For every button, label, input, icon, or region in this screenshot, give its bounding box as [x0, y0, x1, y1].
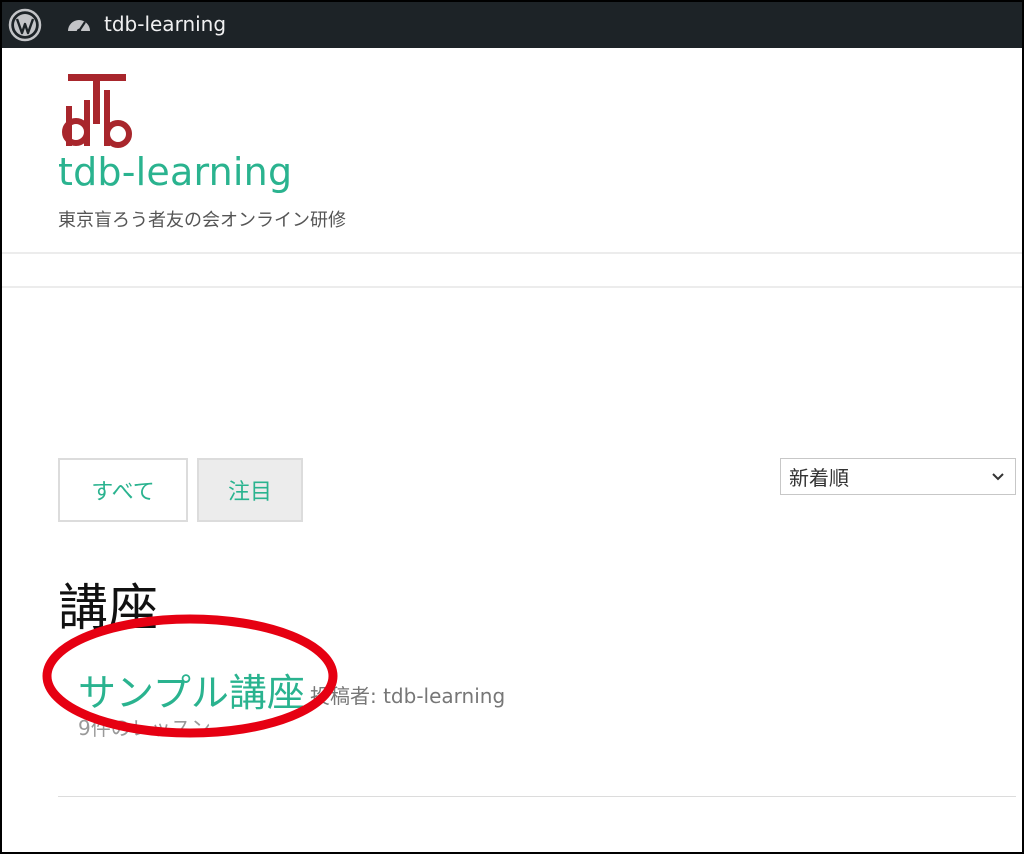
- sort-selected-value: 新着順: [789, 466, 849, 490]
- site-title[interactable]: tdb-learning: [58, 150, 292, 194]
- sort-select[interactable]: 新着順: [780, 458, 1016, 495]
- list-divider: [58, 796, 1016, 797]
- dashboard-icon[interactable]: [66, 13, 92, 35]
- admin-bar: tdb-learning: [0, 0, 1024, 48]
- section-title: 講座: [58, 579, 158, 637]
- tab-featured[interactable]: 注目: [197, 458, 303, 522]
- admin-site-link[interactable]: tdb-learning: [104, 12, 226, 36]
- course-byline: 投稿者: tdb-learning: [310, 684, 506, 708]
- header-divider: [0, 252, 1024, 254]
- wordpress-icon[interactable]: [8, 8, 42, 42]
- tab-all[interactable]: すべて: [58, 458, 188, 522]
- course-lesson-count: 9件のレッスン: [78, 716, 211, 740]
- course-title-link[interactable]: サンプル講座: [78, 662, 305, 717]
- site-tagline: 東京盲ろう者友の会オンライン研修: [58, 210, 346, 231]
- chevron-down-icon: [992, 473, 1004, 481]
- nav-divider: [0, 286, 1024, 288]
- site-logo[interactable]: [62, 72, 132, 150]
